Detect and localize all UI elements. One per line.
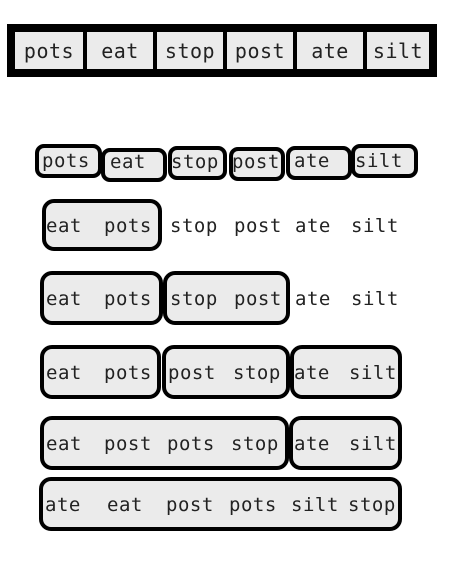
word: stop [170,288,218,310]
top-word-cell: pots [15,32,83,69]
top-word-cell: stop [157,32,223,69]
top-word-cell: silt [367,32,429,69]
word: stop [170,215,218,237]
top-word-cell: ate [297,32,363,69]
word: eat [107,494,143,516]
word: ate [294,150,330,172]
top-word-cell: eat [87,32,153,69]
word: post [234,215,282,237]
word: pots [104,215,152,237]
word: eat [46,215,82,237]
word: ate [294,362,330,384]
word: eat [46,288,82,310]
word: silt [351,215,399,237]
word: stop [348,494,396,516]
word: ate [295,215,331,237]
word: post [104,433,152,455]
word: pots [229,494,277,516]
word: pots [167,433,215,455]
word: stop [171,151,219,173]
word: ate [295,288,331,310]
top-word-row: pots eat stop post ate silt [7,24,437,77]
word: silt [355,150,403,172]
word: pots [42,150,90,172]
word: silt [349,362,397,384]
word: post [166,494,214,516]
word: stop [231,433,279,455]
word: silt [291,494,339,516]
word: eat [46,433,82,455]
word: pots [104,288,152,310]
word: stop [233,362,281,384]
word: eat [46,362,82,384]
word: silt [351,288,399,310]
word: ate [45,494,81,516]
word: silt [349,433,397,455]
word: post [168,362,216,384]
word: post [234,288,282,310]
word: ate [294,433,330,455]
word: pots [104,362,152,384]
word: post [232,151,280,173]
word: eat [110,151,146,173]
top-word-cell: post [227,32,293,69]
